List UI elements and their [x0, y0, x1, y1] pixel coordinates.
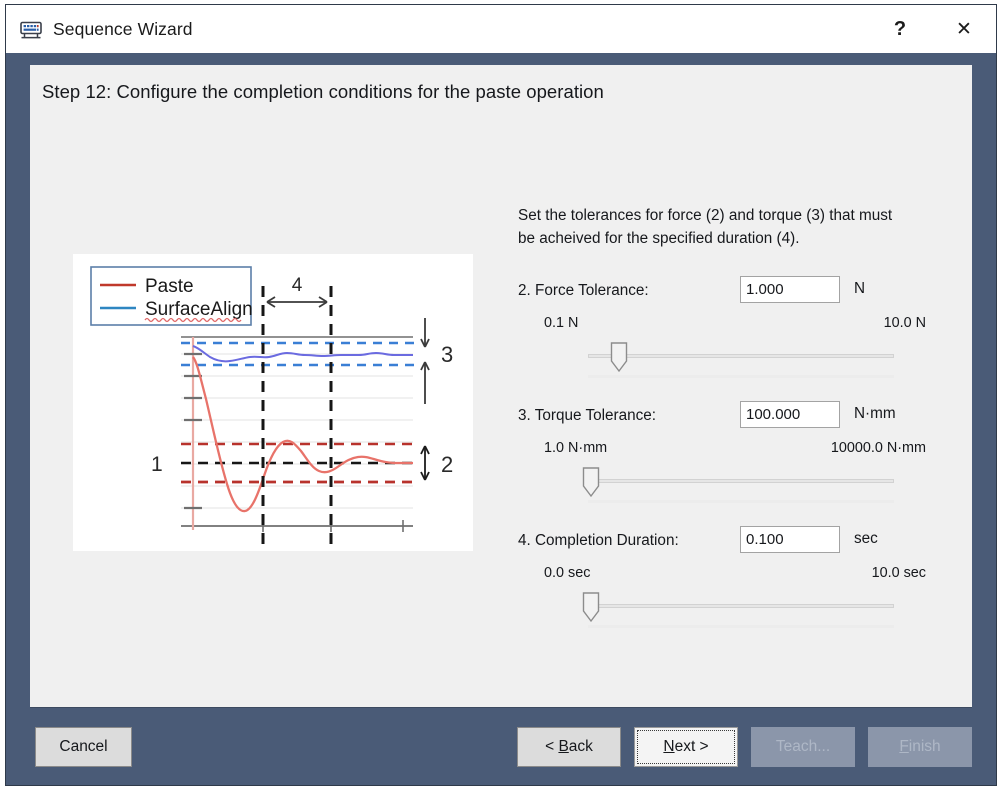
duration-slider-min-label: 0.0 sec: [544, 565, 590, 581]
title-bar-buttons: ? ✕: [868, 5, 996, 53]
title-bar: Sequence Wizard ? ✕: [6, 5, 996, 53]
legend-label-paste: Paste: [145, 276, 194, 297]
sequence-wizard-screenshot: Sequence Wizard ? ✕ Step 12: Configure t…: [0, 0, 1005, 793]
force-tolerance-slider[interactable]: [588, 342, 894, 378]
settings-form: Set the tolerances for force (2) and tor…: [518, 204, 966, 651]
force-tolerance-unit: N: [854, 280, 865, 298]
duration-slider-rail[interactable]: [588, 604, 894, 608]
torque-tolerance-row: 3. Torque Tolerance: N·mm: [518, 401, 966, 431]
completion-duration-slider-block: 0.0 sec 10.0 sec: [518, 565, 966, 651]
next-button-label: Next >: [663, 738, 708, 756]
dialog-body: Step 12: Configure the completion condit…: [6, 53, 996, 707]
torque-slider-min-label: 1.0 N·mm: [544, 440, 607, 456]
force-slider-ticks: [588, 375, 894, 378]
torque-tolerance-input[interactable]: [740, 401, 840, 428]
instructions-text: Set the tolerances for force (2) and tor…: [518, 204, 964, 251]
force-slider-thumb[interactable]: [610, 342, 627, 373]
torque-tolerance-slider[interactable]: [588, 467, 894, 503]
torque-tolerance-unit: N·mm: [854, 405, 896, 423]
back-button-label: < Back: [545, 738, 593, 756]
footer-divider: [30, 707, 972, 708]
completion-duration-input[interactable]: [740, 526, 840, 553]
force-torque-chart: 4 3: [73, 254, 473, 551]
next-button[interactable]: Next >: [634, 727, 738, 767]
completion-duration-slider[interactable]: [588, 592, 894, 628]
finish-button-label: Finish: [899, 738, 940, 756]
finish-button: Finish: [868, 727, 972, 767]
completion-duration-unit: sec: [854, 530, 878, 548]
duration-slider-thumb[interactable]: [583, 592, 600, 623]
duration-slider-ticks: [588, 625, 894, 628]
close-icon[interactable]: ✕: [932, 5, 996, 53]
annotation-3-label: 3: [441, 342, 453, 367]
legend-label-surfacealign: SurfaceAlign: [145, 299, 253, 320]
chart-svg: 4 3: [73, 254, 473, 551]
cancel-button[interactable]: Cancel: [35, 727, 132, 767]
back-button[interactable]: < Back: [517, 727, 621, 767]
content-panel: Step 12: Configure the completion condit…: [30, 65, 972, 707]
instructions-line-1: Set the tolerances for force (2) and tor…: [518, 207, 892, 224]
force-tolerance-row: 2. Force Tolerance: N: [518, 276, 966, 306]
torque-slider-thumb[interactable]: [583, 467, 600, 498]
keyboard-wizard-icon: [20, 21, 42, 39]
completion-duration-row: 4. Completion Duration: sec: [518, 526, 966, 556]
duration-slider-max-label: 10.0 sec: [872, 565, 926, 581]
chart-legend: Paste SurfaceAlign: [91, 267, 253, 325]
force-slider-max-label: 10.0 N: [884, 315, 926, 331]
window-title: Sequence Wizard: [53, 19, 193, 40]
torque-slider-rail[interactable]: [588, 479, 894, 483]
force-tolerance-label: 2. Force Tolerance:: [518, 282, 649, 300]
force-tolerance-slider-block: 0.1 N 10.0 N: [518, 315, 966, 401]
torque-slider-max-label: 10000.0 N·mm: [831, 440, 926, 456]
annotation-2-label: 2: [441, 452, 453, 477]
torque-tolerance-slider-block: 1.0 N·mm 10000.0 N·mm: [518, 440, 966, 526]
annotation-4-label: 4: [292, 275, 303, 296]
force-slider-min-label: 0.1 N: [544, 315, 578, 331]
torque-tolerance-label: 3. Torque Tolerance:: [518, 407, 656, 425]
help-button[interactable]: ?: [868, 5, 932, 53]
page-title: Step 12: Configure the completion condit…: [42, 81, 604, 103]
dialog-footer: Cancel < Back Next > Teach... Finish: [6, 707, 996, 785]
teach-button: Teach...: [751, 727, 855, 767]
torque-slider-ticks: [588, 500, 894, 503]
completion-duration-label: 4. Completion Duration:: [518, 532, 679, 550]
force-slider-rail[interactable]: [588, 354, 894, 358]
instructions-line-2: be acheived for the specified duration (…: [518, 230, 799, 247]
dialog-window: Sequence Wizard ? ✕ Step 12: Configure t…: [5, 4, 997, 786]
force-tolerance-input[interactable]: [740, 276, 840, 303]
annotation-1-label: 1: [151, 453, 163, 476]
